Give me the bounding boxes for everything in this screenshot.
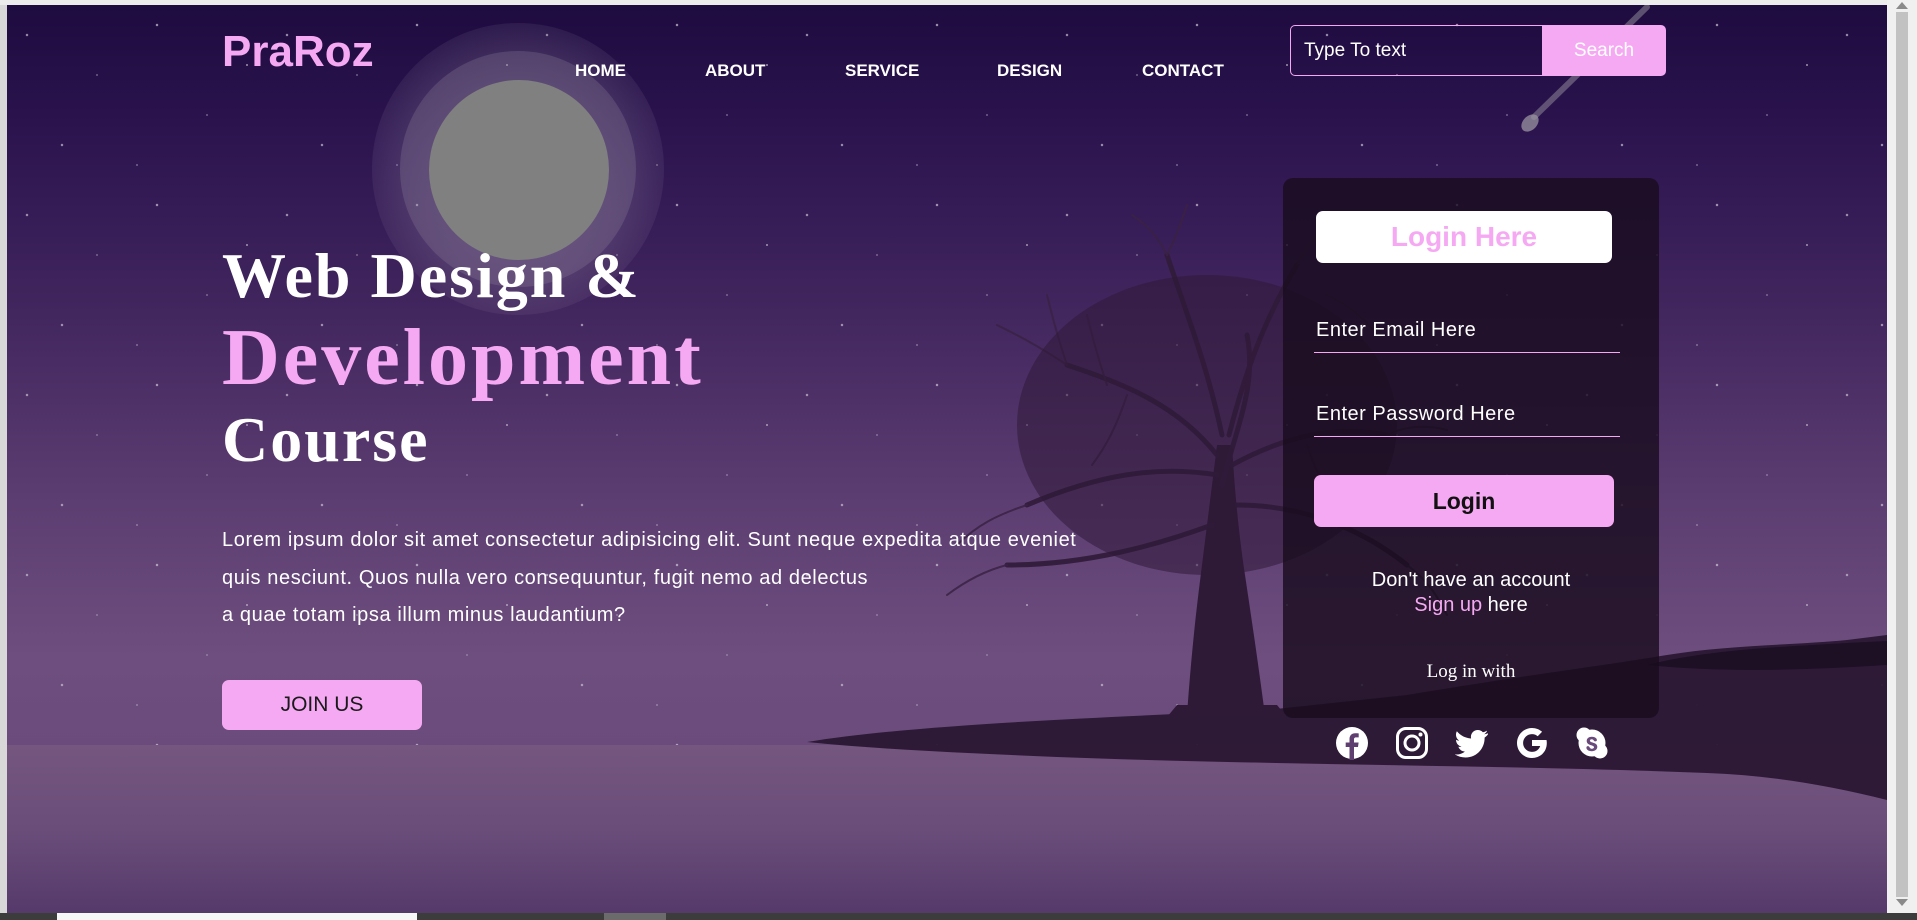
brand-logo[interactable]: PraRoz [222,27,374,77]
scroll-up-arrow-icon[interactable] [1896,2,1908,9]
search-button[interactable]: Search [1542,25,1666,76]
nav-link-contact[interactable]: CONTACT [1142,61,1224,81]
instagram-icon[interactable] [1395,726,1429,760]
no-account-text: Don't have an account [1371,569,1571,591]
nav-link-about[interactable]: ABOUT [705,61,765,81]
scroll-down-arrow-icon[interactable] [1896,899,1908,906]
facebook-icon[interactable] [1335,726,1369,760]
nav-link-design[interactable]: DESIGN [997,61,1062,81]
hero-heading-line3: Course [222,404,430,475]
taskbar-active-segment[interactable] [57,913,417,920]
hero-description-line: a quae totam ipsa illum minus laudantium… [222,604,626,626]
taskbar-segment[interactable] [604,913,666,920]
signup-prompt: Don't have an account Sign up here [1283,568,1659,618]
hero-description: Lorem ipsum dolor sit amet consectetur a… [222,522,1076,635]
hero-description-line: quis nesciunt. Quos nulla vero consequun… [222,566,869,589]
scrollbar-thumb[interactable] [1896,12,1908,897]
hero-description-line: Lorem ipsum dolor sit amet consectetur a… [222,529,1077,551]
password-field[interactable] [1314,392,1620,437]
skype-icon[interactable] [1575,726,1609,760]
hero-heading-line1: Web Design & [222,240,641,311]
signup-suffix: here [1482,594,1528,616]
hero-heading-highlight: Development [222,314,704,402]
signup-line: Sign up here [1283,593,1659,618]
login-with-label: Log in with [1426,661,1516,682]
join-us-button[interactable]: JOIN US [222,680,422,730]
search-input[interactable] [1290,25,1542,76]
nav-link-home[interactable]: HOME [575,61,626,81]
google-icon[interactable] [1515,726,1549,760]
email-field[interactable] [1314,308,1620,353]
signup-link[interactable]: Sign up [1414,594,1482,616]
taskbar-strip [0,913,1917,920]
login-card-title: Login Here [1316,211,1612,263]
nav-link-service[interactable]: SERVICE [845,61,919,81]
vertical-scrollbar[interactable] [1887,0,1917,913]
login-button[interactable]: Login [1314,475,1614,527]
twitter-icon[interactable] [1455,726,1489,760]
